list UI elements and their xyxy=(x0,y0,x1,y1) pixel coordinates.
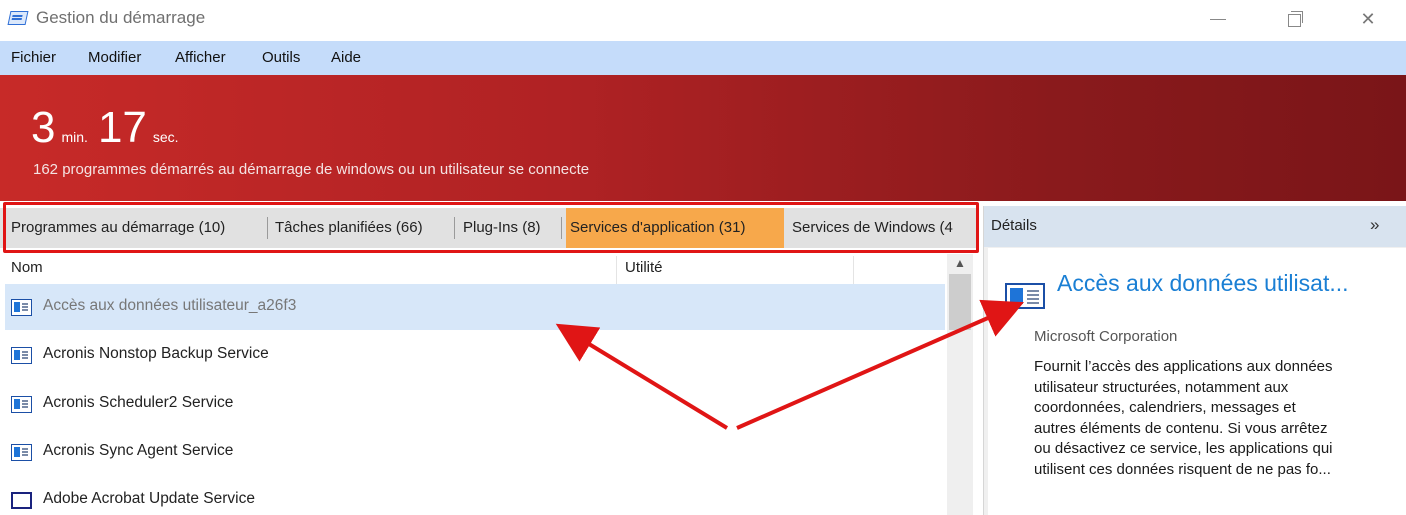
description-line: coordonnées, calendriers, messages et xyxy=(1034,399,1296,416)
menu-modifier[interactable]: Modifier xyxy=(88,49,141,66)
details-description: Fournit l’accès des applications aux don… xyxy=(1034,357,1394,480)
maximize-icon[interactable] xyxy=(1279,6,1309,32)
list-item[interactable]: Accès aux données utilisateur_a26f3 xyxy=(5,284,945,330)
details-body: Accès aux données utilisat... Microsoft … xyxy=(988,248,1406,515)
collapse-chevron-icon[interactable]: » xyxy=(1370,215,1379,235)
description-line: Fournit l’accès des applications aux don… xyxy=(1034,358,1333,375)
boot-time-banner: 3 min. 17 sec. 162 programmes démarrés au d… xyxy=(0,75,1406,201)
service-icon xyxy=(11,444,32,461)
column-separator[interactable] xyxy=(853,256,854,284)
window-title: Gestion du démarrage xyxy=(36,8,206,27)
list-item[interactable]: Acronis Sync Agent Service xyxy=(5,429,945,475)
boot-minutes: 3 xyxy=(31,103,56,152)
list-scrollbar[interactable]: ▲ xyxy=(947,254,973,515)
service-icon xyxy=(1005,283,1045,309)
tabs-highlight-box xyxy=(3,202,979,253)
service-name: Acronis Sync Agent Service xyxy=(43,442,234,459)
service-icon xyxy=(11,396,32,413)
service-name: Adobe Acrobat Update Service xyxy=(43,490,255,507)
details-company: Microsoft Corporation xyxy=(1034,328,1178,345)
service-icon xyxy=(11,299,32,316)
app-icon xyxy=(7,11,29,25)
column-utilite[interactable]: Utilité xyxy=(625,259,663,276)
details-panel: Détails » Accès aux données utilisat... … xyxy=(983,206,1406,515)
column-separator[interactable] xyxy=(616,256,617,284)
close-icon[interactable]: ✕ xyxy=(1353,6,1383,32)
sec-label: sec. xyxy=(152,129,179,145)
menu-outils[interactable]: Outils xyxy=(262,49,300,66)
service-name: Acronis Scheduler2 Service xyxy=(43,394,234,411)
title-bar: Gestion du démarrage ✕ xyxy=(0,0,1406,40)
boot-time: 3 min. 17 sec. xyxy=(31,103,189,153)
service-name: Acronis Nonstop Backup Service xyxy=(43,345,269,362)
description-line: ou désactivez ce service, les applicatio… xyxy=(1034,440,1333,457)
service-name: Accès aux données utilisateur_a26f3 xyxy=(43,297,297,314)
minimize-icon[interactable] xyxy=(1203,6,1233,32)
scroll-up-icon[interactable]: ▲ xyxy=(947,254,973,272)
min-label: min. xyxy=(61,129,88,145)
menu-aide[interactable]: Aide xyxy=(331,49,361,66)
list-item[interactable]: Adobe Acrobat Update Service xyxy=(5,477,945,515)
column-nom[interactable]: Nom xyxy=(11,259,43,276)
description-line: autres éléments de contenu. Si vous arrê… xyxy=(1034,419,1328,437)
list-header: Nom Utilité xyxy=(0,256,945,284)
description-line: utilisateur structurées, notamment aux xyxy=(1034,378,1289,396)
service-icon xyxy=(11,347,32,364)
details-service-name: Accès aux données utilisat... xyxy=(1057,270,1349,296)
boot-seconds: 17 xyxy=(97,103,147,152)
banner-subtitle: 162 programmes démarrés au démarrage de … xyxy=(33,161,590,178)
window-icon xyxy=(11,492,32,509)
list-item[interactable]: Acronis Nonstop Backup Service xyxy=(5,332,945,378)
scroll-thumb[interactable] xyxy=(949,274,971,330)
details-header: Détails » xyxy=(984,206,1406,247)
list-item[interactable]: Acronis Scheduler2 Service xyxy=(5,381,945,427)
details-title: Détails xyxy=(991,217,1037,234)
description-line: utilisent ces données risquent de ne pas… xyxy=(1034,460,1331,478)
menu-fichier[interactable]: Fichier xyxy=(11,49,56,66)
menu-bar: Fichier Modifier Afficher Outils Aide xyxy=(0,41,1406,75)
menu-afficher[interactable]: Afficher xyxy=(175,49,226,66)
